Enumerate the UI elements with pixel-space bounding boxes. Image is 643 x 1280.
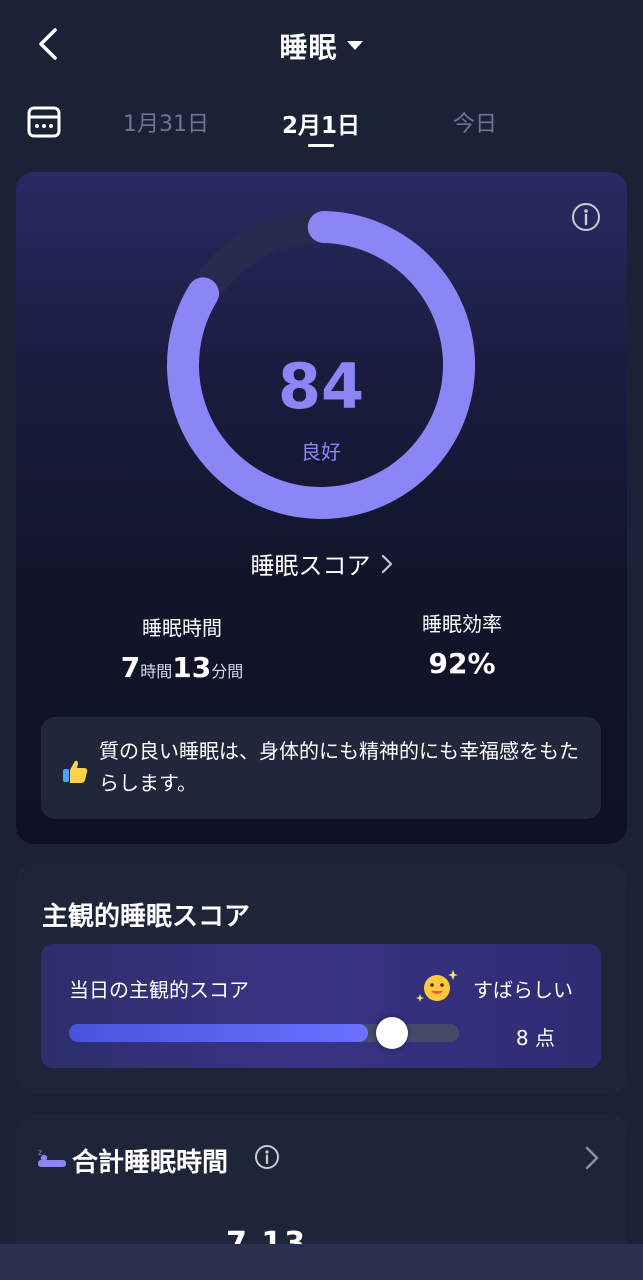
sleep-score-link[interactable]: 睡眠スコア bbox=[16, 546, 627, 581]
info-icon[interactable] bbox=[254, 1144, 280, 1170]
caret-down-icon bbox=[346, 41, 363, 50]
sleep-efficiency-title: 睡眠効率 bbox=[422, 612, 502, 636]
sleep-bed-icon: z bbox=[38, 1148, 66, 1167]
sleep-tip: 質の良い睡眠は、身体的にも精神的にも幸福感をもたらします。 bbox=[41, 717, 601, 819]
minutes-unit: 分間 bbox=[211, 662, 244, 681]
subjective-score-title: 主観的睡眠スコア bbox=[42, 902, 251, 932]
info-icon bbox=[572, 203, 600, 231]
sleep-score-value: 84 bbox=[277, 350, 365, 423]
subjective-score-label: 当日の主観的スコア bbox=[69, 978, 249, 1002]
thumbs-up-icon bbox=[63, 760, 88, 783]
sleep-time-value: 7時間13分間 bbox=[52, 651, 312, 684]
sleep-minutes: 13 bbox=[172, 651, 212, 684]
sleep-score-card: 84 良好 睡眠スコア 睡眠時間 7時間13分間 睡眠効率 92% 質の良い睡眠… bbox=[16, 172, 627, 844]
subjective-score-panel: 当日の主観的スコア すばらしい 8 点 bbox=[41, 944, 601, 1068]
active-tab-indicator bbox=[308, 144, 334, 147]
chevron-right-icon bbox=[381, 554, 392, 573]
subjective-score-slider[interactable] bbox=[69, 1017, 459, 1049]
subjective-points: 8 点 bbox=[515, 1026, 555, 1050]
calendar-icon bbox=[27, 106, 61, 138]
page-title: 睡眠 bbox=[279, 31, 338, 64]
date-selector: 1月31日 2月1日 今日 bbox=[0, 96, 643, 152]
slider-fill bbox=[69, 1024, 369, 1042]
bottom-bar bbox=[0, 1244, 643, 1280]
svg-text:z: z bbox=[38, 1148, 42, 1157]
tab-jan-31[interactable]: 1月31日 bbox=[96, 106, 236, 138]
app-header: 睡眠 bbox=[0, 0, 643, 92]
sleep-efficiency-value: 92% bbox=[428, 647, 496, 680]
info-button[interactable] bbox=[571, 202, 601, 232]
sleep-hours: 7 bbox=[120, 651, 141, 684]
sleep-time-stat: 睡眠時間 7時間13分間 bbox=[52, 612, 312, 684]
smile-emoji-icon bbox=[416, 970, 458, 1002]
subjective-score-card: 主観的睡眠スコア 当日の主観的スコア すばらしい 8 点 bbox=[16, 864, 627, 1094]
subjective-mood: すばらしい bbox=[473, 978, 573, 1002]
chevron-right-icon[interactable] bbox=[581, 1144, 603, 1172]
hours-unit: 時間 bbox=[140, 662, 173, 681]
tab-today[interactable]: 今日 bbox=[405, 106, 545, 138]
score-ring: 84 良好 bbox=[166, 210, 476, 520]
title-dropdown[interactable]: 睡眠 bbox=[0, 26, 643, 66]
sleep-efficiency-stat: 睡眠効率 92% bbox=[332, 608, 592, 680]
slider-thumb[interactable] bbox=[376, 1017, 409, 1049]
sleep-score-link-label: 睡眠スコア bbox=[250, 552, 371, 580]
sleep-tip-text: 質の良い睡眠は、身体的にも精神的にも幸福感をもたらします。 bbox=[99, 739, 579, 795]
sleep-score-rating: 良好 bbox=[301, 440, 341, 464]
calendar-button[interactable] bbox=[26, 104, 62, 140]
total-sleep-title: 合計睡眠時間 bbox=[72, 1148, 229, 1178]
tab-feb-1[interactable]: 2月1日 bbox=[251, 106, 391, 140]
sleep-time-title: 睡眠時間 bbox=[142, 616, 222, 640]
